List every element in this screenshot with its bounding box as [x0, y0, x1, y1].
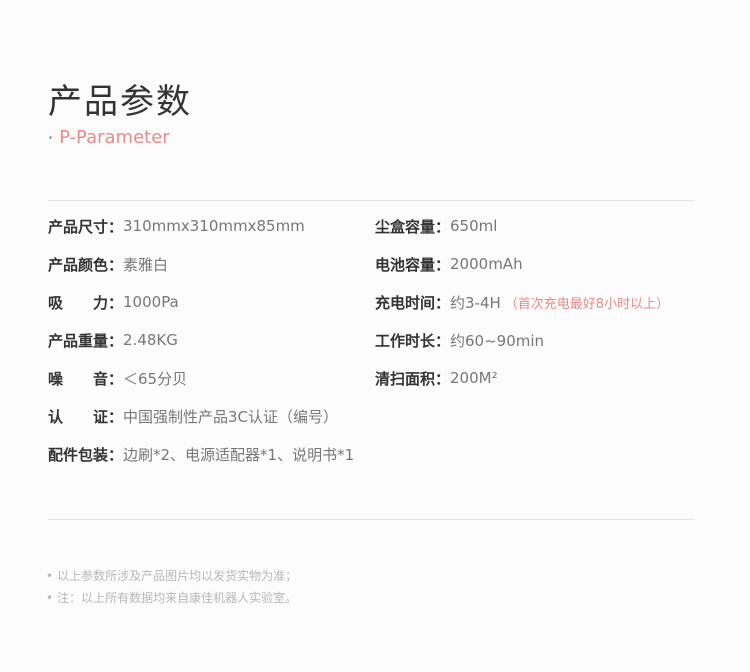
- footnote-text: 注：以上所有数据均来自康佳机器人实验室。: [57, 591, 298, 605]
- param-row: 配件包装： 边刷*2、电源适配器*1、说明书*1: [48, 435, 378, 473]
- parameter-column-left: 产品尺寸： 310mmx310mmx85mm 产品颜色： 素雅白 吸 力： 10…: [48, 207, 378, 473]
- param-label: 配件包装：: [48, 445, 124, 464]
- bottom-divider: [48, 519, 694, 520]
- param-value: 1000Pa: [123, 293, 179, 311]
- param-label: 电池容量：: [375, 255, 451, 274]
- param-value: 边刷*2、电源适配器*1、说明书*1: [123, 445, 355, 464]
- parameter-column-right: 尘盒容量： 650ml 电池容量： 2000mAh 充电时间： 约3-4H （首…: [375, 207, 708, 397]
- page-subtitle: · P-Parameter: [48, 126, 192, 150]
- top-divider: [48, 200, 694, 201]
- param-label: 产品尺寸：: [48, 217, 124, 236]
- bullet-icon: •: [46, 591, 54, 605]
- param-value: 2000mAh: [450, 255, 523, 273]
- footnote-text: 以上参数所涉及产品图片均以发货实物为准；: [57, 569, 298, 583]
- param-label: 认 证：: [48, 407, 124, 426]
- param-row: 吸 力： 1000Pa: [48, 283, 378, 321]
- param-note: （首次充电最好8小时以上）: [504, 296, 670, 312]
- subtitle-text: P-Parameter: [59, 127, 170, 148]
- param-value: ＜65分贝: [123, 369, 188, 388]
- bullet-icon: •: [46, 569, 54, 583]
- page-title: 产品参数: [48, 82, 192, 122]
- param-label: 工作时长：: [375, 331, 451, 350]
- footnote-item: • 注：以上所有数据均来自康佳机器人实验室。: [46, 587, 297, 609]
- param-value: 200M²: [450, 369, 498, 387]
- param-row: 产品颜色： 素雅白: [48, 245, 378, 283]
- footnote-item: • 以上参数所涉及产品图片均以发货实物为准；: [46, 565, 297, 587]
- page-header: 产品参数 · P-Parameter: [48, 80, 192, 150]
- param-value: 310mmx310mmx85mm: [123, 217, 305, 235]
- param-label: 清扫面积：: [375, 369, 451, 388]
- param-value: 650ml: [450, 217, 498, 235]
- param-row: 噪 音： ＜65分贝: [48, 359, 378, 397]
- param-value: 中国强制性产品3C认证（编号）: [123, 407, 339, 426]
- param-label: 产品颜色：: [48, 255, 124, 274]
- param-row: 工作时长： 约60~90min: [375, 321, 708, 359]
- footnotes: • 以上参数所涉及产品图片均以发货实物为准； • 注：以上所有数据均来自康佳机器…: [46, 565, 297, 609]
- param-value: 约60~90min: [450, 331, 545, 350]
- param-value: 约3-4H: [450, 293, 501, 312]
- param-row: 产品重量： 2.48KG: [48, 321, 378, 359]
- param-value: 2.48KG: [123, 331, 178, 349]
- param-label: 充电时间：: [375, 293, 451, 312]
- param-label: 噪 音：: [48, 369, 124, 388]
- param-row: 电池容量： 2000mAh: [375, 245, 708, 283]
- param-row: 尘盒容量： 650ml: [375, 207, 708, 245]
- param-label: 尘盒容量：: [375, 217, 451, 236]
- param-value: 素雅白: [123, 255, 169, 274]
- param-row: 产品尺寸： 310mmx310mmx85mm: [48, 207, 378, 245]
- param-row: 清扫面积： 200M²: [375, 359, 708, 397]
- subtitle-dot: ·: [48, 128, 54, 147]
- param-row: 认 证： 中国强制性产品3C认证（编号）: [48, 397, 378, 435]
- param-label: 吸 力：: [48, 293, 124, 312]
- param-label: 产品重量：: [48, 331, 124, 350]
- param-row: 充电时间： 约3-4H （首次充电最好8小时以上）: [375, 283, 708, 321]
